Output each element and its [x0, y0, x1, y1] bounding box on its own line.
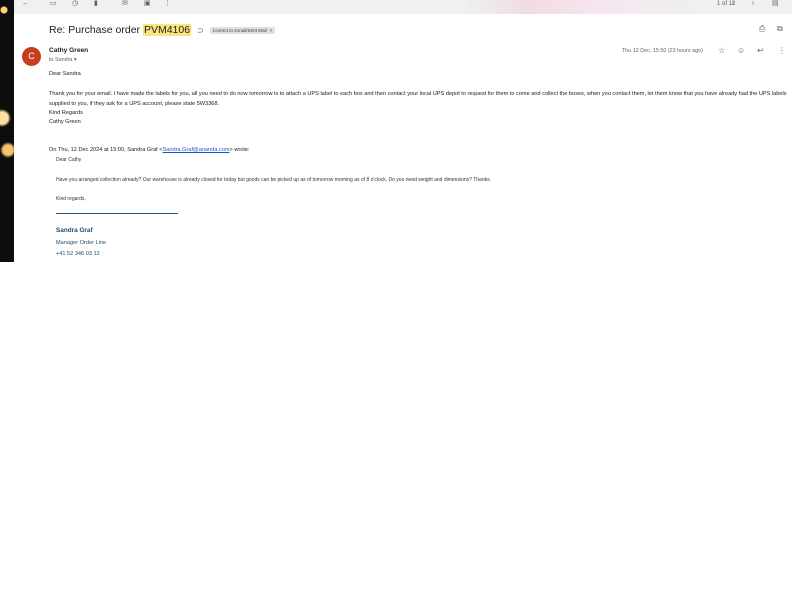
subject-highlight: PVM4106: [142, 24, 192, 36]
mail-icon[interactable]: ✉: [122, 0, 128, 8]
subject-row: Re: Purchase order PVM4106 ⊃ Correct to …: [49, 22, 276, 38]
label-icon[interactable]: ▣: [144, 0, 151, 8]
reply-icon[interactable]: ↩: [757, 46, 764, 55]
settings-icon[interactable]: ▤: [772, 0, 779, 8]
quote-email-link[interactable]: Sandra.Graf@ananda.com: [163, 147, 230, 153]
body-regards: Kind Regards: [49, 110, 83, 116]
sender-name[interactable]: Cathy Green: [49, 47, 88, 54]
emoji-icon[interactable]: ☺: [737, 46, 745, 55]
avatar[interactable]: C: [22, 47, 41, 66]
email-subject: Re: Purchase order PVM4106: [49, 24, 192, 36]
important-icon[interactable]: ⊃: [197, 26, 204, 35]
top-toolbar: ← ▭ ◷ ▮ ✉ ▣ ⋮ 1 of 12 ‹ › ▤: [14, 0, 792, 14]
quote-greeting: Dear Cathy: [56, 157, 82, 163]
star-icon[interactable]: ☆: [718, 46, 725, 55]
archive-icon[interactable]: ▭: [50, 0, 57, 8]
more-vert-icon[interactable]: ⋮: [778, 46, 786, 55]
recipient-line[interactable]: to Sandra ▾: [49, 57, 77, 63]
email-date: Thu 12 Dec, 15:50 (23 hours ago): [622, 48, 703, 54]
chevron-down-icon[interactable]: ▾: [74, 57, 77, 63]
body-greeting: Dear Sandra: [49, 71, 81, 77]
quote-header: On Thu, 12 Dec 2024 at 15:00, Sandra Gra…: [49, 147, 250, 153]
quote-signature-phone: +41 52 346 03 12: [56, 251, 100, 257]
label-chip[interactable]: Correct to Gmail/Sent Mail ×: [209, 26, 276, 34]
open-new-window-icon[interactable]: ⧉: [777, 24, 783, 34]
next-icon[interactable]: ›: [752, 0, 754, 8]
report-icon[interactable]: ▮: [94, 0, 98, 8]
body-signature: Cathy Green: [49, 119, 81, 125]
back-arrow-icon[interactable]: ←: [22, 0, 29, 8]
quote-signature-role: Manager Order Line: [56, 240, 107, 246]
body-paragraph: Thank you for your email. I have made th…: [49, 91, 787, 107]
remove-label-icon[interactable]: ×: [270, 28, 273, 33]
print-icon[interactable]: ⎙: [759, 24, 765, 34]
prev-icon[interactable]: ‹: [732, 0, 734, 8]
wallpaper-strip: [0, 0, 14, 262]
more-icon[interactable]: ⋮: [164, 0, 171, 8]
quote-regards: Kind regards,: [56, 196, 86, 202]
signature-divider: [56, 213, 178, 214]
quote-paragraph: Have you arranged collection already? Ou…: [56, 177, 491, 183]
quote-signature-name: Sandra Graf: [56, 227, 93, 234]
snooze-icon[interactable]: ◷: [72, 0, 78, 8]
